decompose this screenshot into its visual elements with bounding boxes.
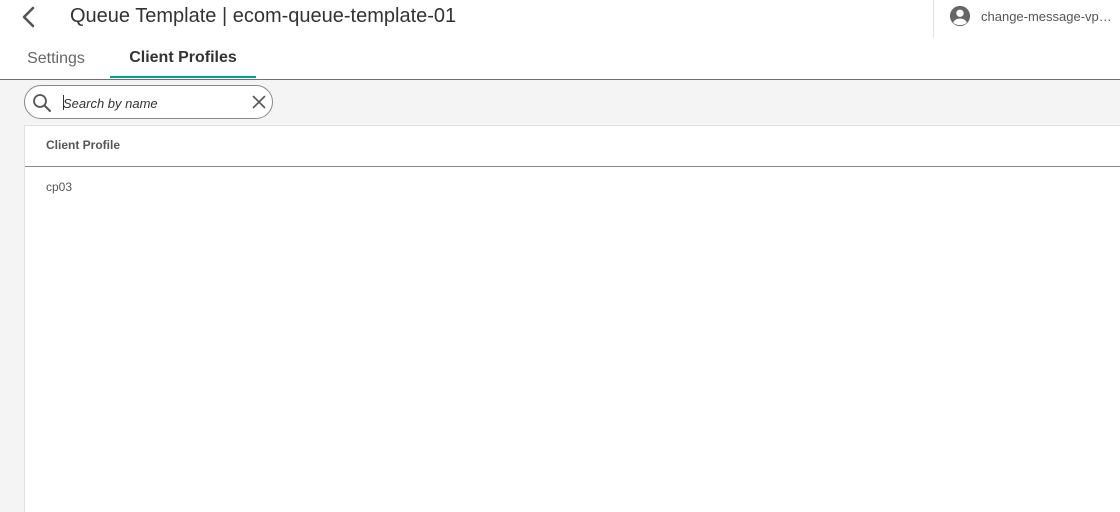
search-box [24, 85, 273, 119]
close-icon[interactable] [251, 94, 267, 110]
table-row[interactable]: cp03 [25, 167, 1120, 207]
app-window: Queue Template | ecom-queue-template-01 … [0, 0, 1120, 512]
page-title: Queue Template | ecom-queue-template-01 [70, 5, 457, 27]
header-divider [933, 0, 934, 38]
tab-bar: Settings Client Profiles [0, 40, 1120, 80]
tab-settings[interactable]: Settings [10, 40, 102, 78]
header: Queue Template | ecom-queue-template-01 … [0, 0, 1120, 38]
search-input[interactable] [63, 92, 241, 114]
column-header-client-profile[interactable]: Client Profile [46, 138, 120, 152]
chevron-left-icon [22, 6, 35, 28]
user-menu[interactable]: change-message-vpn-user [948, 3, 1120, 29]
search-icon [33, 94, 51, 112]
content-area: Client Profile cp03 [0, 80, 1120, 512]
client-profiles-table: Client Profile cp03 [24, 125, 1120, 512]
tab-client-profiles[interactable]: Client Profiles [110, 40, 256, 78]
table-header: Client Profile [25, 126, 1120, 167]
user-name: change-message-vpn-user [981, 8, 1115, 24]
account-circle-icon [948, 4, 972, 28]
client-profile-cell: cp03 [46, 180, 73, 194]
back-button[interactable] [14, 2, 44, 32]
text-caret [63, 95, 64, 110]
